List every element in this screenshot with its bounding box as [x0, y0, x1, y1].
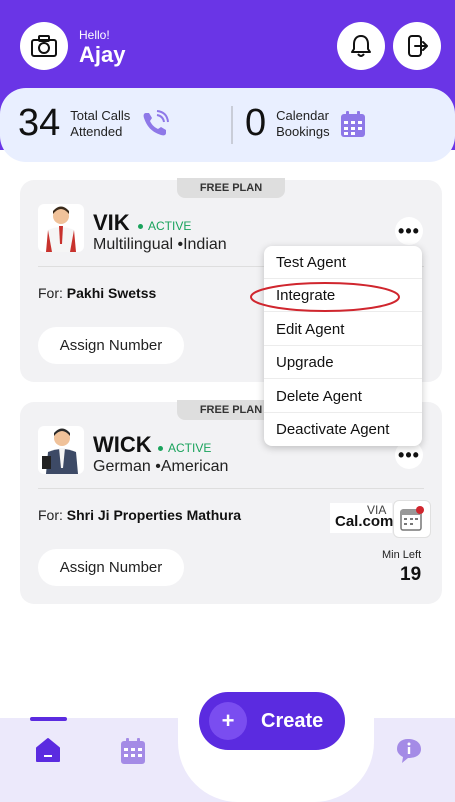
status-badge: ACTIVE [158, 441, 211, 455]
calendar-icon [400, 506, 424, 531]
logout-icon [408, 35, 428, 57]
more-dots-icon: ••• [398, 444, 420, 465]
profile-avatar-button[interactable] [20, 22, 68, 70]
for-label: For: [38, 507, 63, 523]
active-dot [138, 223, 143, 229]
bell-icon [351, 35, 371, 57]
for-value: Shri Ji Properties Mathura [66, 507, 242, 523]
plus-icon: + [209, 702, 247, 740]
menu-item-upgrade[interactable]: Upgrade [264, 346, 422, 379]
stats-bar: 34 Total Calls Attended 0 Calendar Booki… [0, 88, 455, 162]
card-divider [38, 488, 424, 489]
bookings-count: 0 [245, 102, 267, 144]
stats-divider [231, 106, 233, 144]
agent-for-line: For: Shri Ji Properties Mathura [38, 507, 241, 523]
camera-icon [31, 35, 57, 57]
menu-item-edit-agent[interactable]: Edit Agent [264, 313, 422, 346]
calendar-icon [340, 110, 365, 137]
active-dot [158, 445, 163, 451]
more-dots-icon: ••• [398, 220, 420, 241]
agent-languages: German •American [93, 458, 229, 475]
assign-number-button[interactable]: Assign Number [38, 549, 184, 586]
calls-label-line1: Total Calls [70, 107, 131, 123]
status-text: ACTIVE [168, 441, 212, 455]
agent-avatar [38, 426, 84, 474]
nav-home-button[interactable] [34, 736, 62, 764]
bookings-label-line2: Bookings [276, 123, 330, 139]
phone-icon [143, 109, 170, 135]
notifications-button[interactable] [337, 22, 385, 70]
create-button[interactable]: + Create [199, 692, 345, 750]
logout-button[interactable] [393, 22, 441, 70]
nav-calendar-button[interactable] [120, 737, 146, 765]
calls-label-line2: Attended [70, 123, 123, 139]
create-label: Create [261, 709, 324, 732]
home-icon [36, 738, 60, 762]
nav-active-indicator [30, 717, 67, 721]
greeting-text: Hello! [79, 28, 110, 42]
agent-name: WICK [93, 432, 152, 457]
agent-avatar-illustration [46, 206, 76, 252]
calls-label: Total Calls Attended [70, 108, 130, 140]
calls-count: 34 [18, 102, 61, 144]
agent-name: VIK [93, 210, 130, 235]
status-text: ACTIVE [148, 219, 192, 233]
agent-avatar [38, 204, 84, 252]
total-calls-stat: 34 Total Calls Attended [18, 102, 170, 145]
menu-item-delete-agent[interactable]: Delete Agent [264, 380, 422, 413]
for-value: Pakhi Swetss [66, 285, 157, 301]
chat-info-icon [397, 739, 421, 763]
min-left-value: 19 [400, 564, 422, 585]
status-badge: ACTIVE [138, 219, 191, 233]
agent-avatar-illustration [42, 428, 78, 474]
agent-for-line: For: Pakhi Swetss [38, 285, 156, 301]
min-left-label: Min Left [382, 549, 422, 561]
bookings-label: Calendar Bookings [276, 108, 329, 140]
user-name: Ajay [79, 42, 126, 67]
integration-name: Cal.com [335, 513, 394, 530]
menu-item-deactivate-agent[interactable]: Deactivate Agent [264, 413, 422, 446]
for-label: For: [38, 285, 63, 301]
menu-item-test-agent[interactable]: Test Agent [264, 246, 422, 279]
more-options-button[interactable]: ••• [395, 217, 423, 245]
calendar-bookings-stat: 0 Calendar Bookings [245, 102, 366, 145]
agent-options-menu: Test Agent Integrate Edit Agent Upgrade … [264, 246, 422, 446]
highlight-circle [250, 282, 400, 312]
bookings-label-line1: Calendar [276, 107, 329, 123]
integration-calendar-button[interactable] [393, 500, 431, 538]
assign-number-button[interactable]: Assign Number [38, 327, 184, 364]
nav-chat-button[interactable] [396, 736, 428, 766]
agent-languages: Multilingual •Indian [93, 236, 227, 253]
plan-badge: FREE PLAN [177, 178, 285, 198]
calendar-nav-icon [121, 738, 145, 764]
